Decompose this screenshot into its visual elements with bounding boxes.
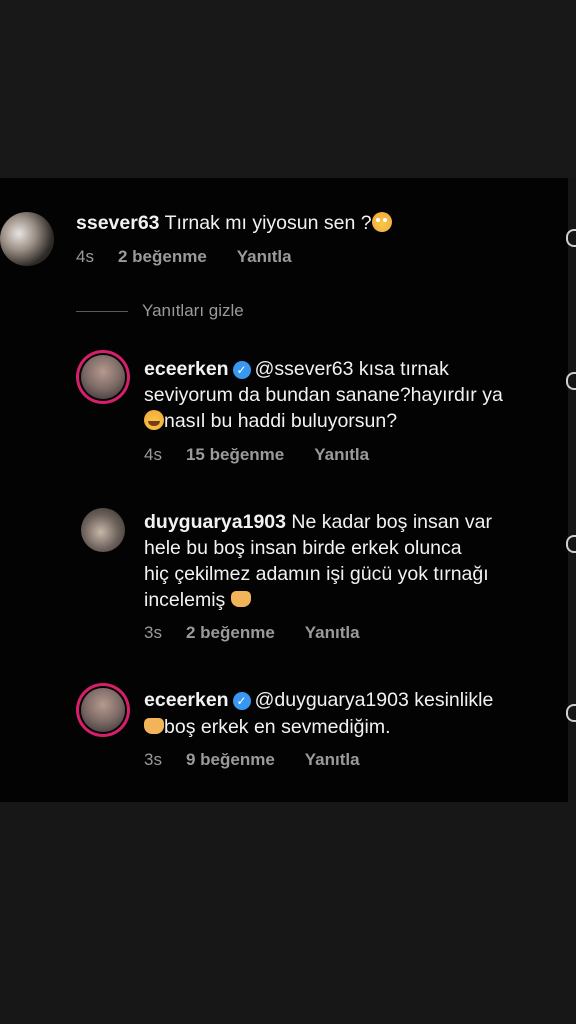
reply-button[interactable]: Yanıtla — [305, 750, 360, 769]
heart-icon[interactable] — [566, 372, 576, 390]
reply-text: nasıl bu haddi buluyorsun? — [144, 408, 397, 434]
reply-body-line: seviyorum da bundan sanane?hayırdır ya — [144, 384, 503, 406]
reply-text: incelemiş — [144, 587, 251, 613]
reply-likes[interactable]: 9 beğenme — [186, 750, 275, 769]
comment-time: 4s — [76, 247, 94, 266]
reply-body-line: @ssever63 kısa tırnak — [254, 358, 449, 380]
reply-button[interactable]: Yanıtla — [305, 623, 360, 642]
reply-username[interactable]: eceerken — [144, 689, 229, 711]
reply-body-line: @duyguarya1903 kesinlikle — [254, 689, 494, 711]
comment-text: ssever63 Tırnak mı yiyosun sen ? — [76, 210, 392, 236]
comment-meta: 4s 2 beğenme Yanıtla — [76, 246, 292, 268]
avatar[interactable] — [81, 508, 125, 552]
top-blank-area — [0, 0, 576, 178]
bottom-blank-area — [0, 802, 576, 1024]
reply-meta: 4s 15 beğenme Yanıtla — [144, 444, 369, 466]
comment-username[interactable]: ssever63 — [76, 212, 160, 234]
reply-username[interactable]: eceerken — [144, 358, 229, 380]
reply-text: boş erkek en sevmediğim. — [144, 714, 391, 740]
reply-meta: 3s 9 beğenme Yanıtla — [144, 749, 360, 771]
oncoming-fist-icon — [230, 591, 251, 607]
screenshot: ssever63 Tırnak mı yiyosun sen ? 4s 2 beğ… — [0, 0, 576, 1024]
reply-time: 4s — [144, 445, 162, 464]
reply-body-line: nasıl bu haddi buluyorsun? — [164, 410, 398, 432]
divider — [76, 311, 128, 313]
reply-likes[interactable]: 15 beğenme — [186, 445, 284, 464]
reply-meta: 3s 2 beğenme Yanıtla — [144, 622, 360, 644]
avatar[interactable] — [81, 355, 125, 399]
reply-button[interactable]: Yanıtla — [237, 247, 292, 266]
avatar[interactable] — [0, 212, 54, 266]
reply-time: 3s — [144, 623, 162, 642]
reply-text: hiç çekilmez adamın işi gücü yok tırnağı — [144, 561, 489, 587]
reply-body-line: hele bu boş insan birde erkek olunca — [144, 537, 462, 559]
comment-body: Tırnak mı yiyosun sen ? — [164, 212, 372, 234]
verified-badge-icon: ✓ — [232, 692, 251, 710]
reply-text: eceerken ✓ @duyguarya1903 kesinlikle — [144, 687, 493, 713]
reply-text: seviyorum da bundan sanane?hayırdır ya — [144, 382, 503, 408]
reply-username[interactable]: duyguarya1903 — [144, 511, 286, 533]
flushed-face-icon — [371, 212, 392, 232]
heart-icon[interactable] — [566, 704, 576, 722]
heart-icon[interactable] — [566, 229, 576, 247]
comment-likes[interactable]: 2 beğenme — [118, 247, 207, 266]
reply-body-line: boş erkek en sevmediğim. — [164, 716, 391, 738]
reply-text: duyguarya1903 Ne kadar boş insan var — [144, 509, 492, 535]
grinning-sweat-face-icon — [144, 410, 164, 430]
reply-button[interactable]: Yanıtla — [314, 445, 369, 464]
reply-body-line: Ne kadar boş insan var — [291, 511, 492, 533]
oncoming-fist-icon — [144, 718, 164, 734]
verified-badge-icon: ✓ — [232, 361, 251, 379]
reply-text: eceerken ✓ @ssever63 kısa tırnak — [144, 356, 449, 382]
hide-replies-label: Yanıtları gizle — [142, 301, 244, 320]
reply-time: 3s — [144, 750, 162, 769]
reply-text: hele bu boş insan birde erkek olunca — [144, 535, 462, 561]
heart-icon[interactable] — [566, 535, 576, 553]
reply-body-line: hiç çekilmez adamın işi gücü yok tırnağı — [144, 563, 489, 585]
avatar[interactable] — [81, 688, 125, 732]
reply-likes[interactable]: 2 beğenme — [186, 623, 275, 642]
reply-body-line: incelemiş — [144, 589, 226, 611]
hide-replies-button[interactable]: Yanıtları gizle — [76, 300, 244, 322]
